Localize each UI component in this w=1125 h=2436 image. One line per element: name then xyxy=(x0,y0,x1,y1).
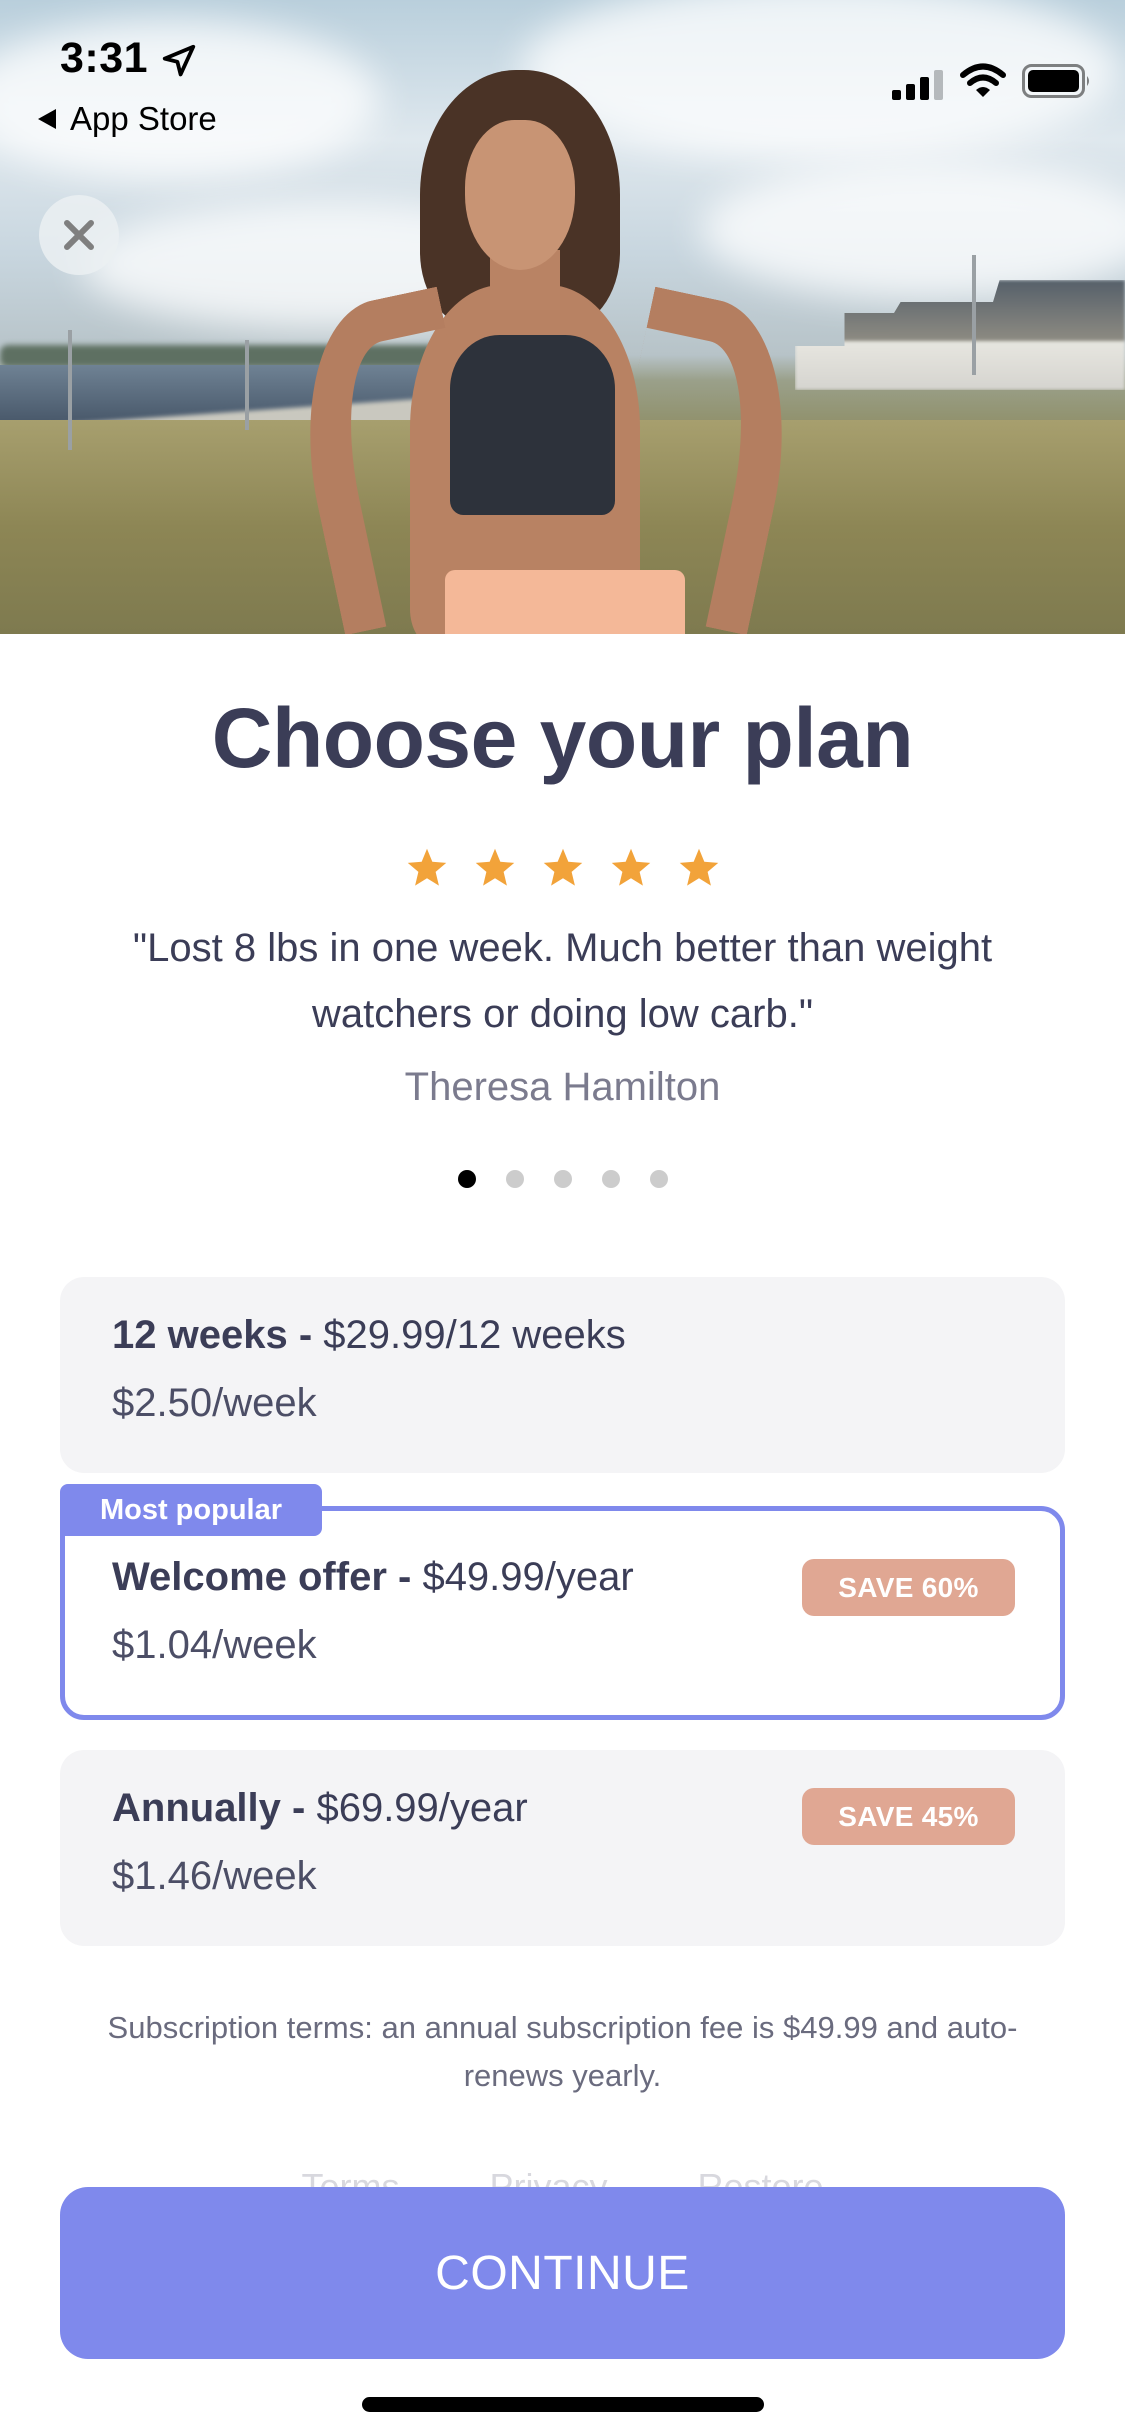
star-icon xyxy=(543,848,582,886)
carousel-dot[interactable] xyxy=(505,1170,524,1188)
plan-weekly-price: $1.04/week xyxy=(112,1623,317,1667)
location-arrow-icon xyxy=(162,44,196,77)
star-icon xyxy=(475,848,514,886)
back-triangle-icon xyxy=(38,109,56,129)
face xyxy=(465,120,575,270)
lamp-post xyxy=(972,255,976,375)
star-icon xyxy=(407,848,446,886)
shorts xyxy=(445,570,685,634)
plan-weekly-price: $2.50/week xyxy=(112,1381,317,1425)
plan-title: Welcome offer - $49.99/year xyxy=(112,1555,634,1600)
testimonial-quote: "Lost 8 lbs in one week. Much better tha… xyxy=(132,926,993,1036)
lamp-post xyxy=(245,340,249,430)
plan-option-welcome-offer[interactable]: Welcome offer - $49.99/year $1.04/week S… xyxy=(60,1506,1065,1720)
back-to-app-store[interactable]: App Store xyxy=(38,100,217,138)
wifi-icon xyxy=(960,63,1006,97)
status-time: 3:31 xyxy=(60,34,149,82)
back-label: App Store xyxy=(70,100,217,137)
testimonial-author: Theresa Hamilton xyxy=(404,1065,721,1109)
close-button[interactable] xyxy=(39,195,119,275)
save-badge: SAVE 45% xyxy=(802,1788,1015,1845)
battery-icon xyxy=(1022,64,1089,98)
carousel-dot[interactable] xyxy=(601,1170,620,1188)
plan-price: $29.99/12 weeks xyxy=(312,1313,626,1357)
signal-bar xyxy=(920,77,929,100)
rating-stars xyxy=(0,846,1125,890)
model-photo xyxy=(278,70,820,634)
plan-weekly-price: $1.46/week xyxy=(112,1854,317,1898)
star-icon xyxy=(611,848,650,886)
plan-name: 12 weeks - xyxy=(112,1313,313,1357)
plan-option-annually[interactable]: Annually - $69.99/year $1.46/week SAVE 4… xyxy=(60,1750,1065,1946)
signal-bar xyxy=(892,90,901,100)
carousel-dot[interactable] xyxy=(553,1170,572,1188)
carousel-page-indicator xyxy=(0,1170,1125,1188)
close-icon xyxy=(64,220,94,250)
plan-name: Annually - xyxy=(112,1786,306,1830)
hero-image xyxy=(0,0,1125,634)
most-popular-tag: Most popular xyxy=(60,1484,322,1536)
sports-bra xyxy=(450,335,615,515)
signal-bar xyxy=(906,84,915,100)
plan-option-12-weeks[interactable]: 12 weeks - $29.99/12 weeks $2.50/week xyxy=(60,1277,1065,1473)
carousel-dot[interactable] xyxy=(457,1170,476,1188)
lamp-post xyxy=(68,330,72,450)
plan-price: $69.99/year xyxy=(305,1786,528,1830)
continue-button[interactable]: CONTINUE xyxy=(60,2187,1065,2359)
plan-title: 12 weeks - $29.99/12 weeks xyxy=(112,1313,626,1358)
save-badge: SAVE 60% xyxy=(802,1559,1015,1616)
home-indicator[interactable] xyxy=(362,2397,764,2412)
plan-price: $49.99/year xyxy=(411,1555,634,1599)
star-icon xyxy=(679,848,718,886)
plan-name: Welcome offer - xyxy=(112,1555,412,1599)
carousel-dot[interactable] xyxy=(649,1170,668,1188)
page-title: Choose your plan xyxy=(211,691,914,785)
cellular-signal-icon xyxy=(892,70,948,100)
subscription-terms: Subscription terms: an annual subscripti… xyxy=(107,2010,1018,2093)
plan-title: Annually - $69.99/year xyxy=(112,1786,528,1831)
signal-bar xyxy=(934,70,943,100)
